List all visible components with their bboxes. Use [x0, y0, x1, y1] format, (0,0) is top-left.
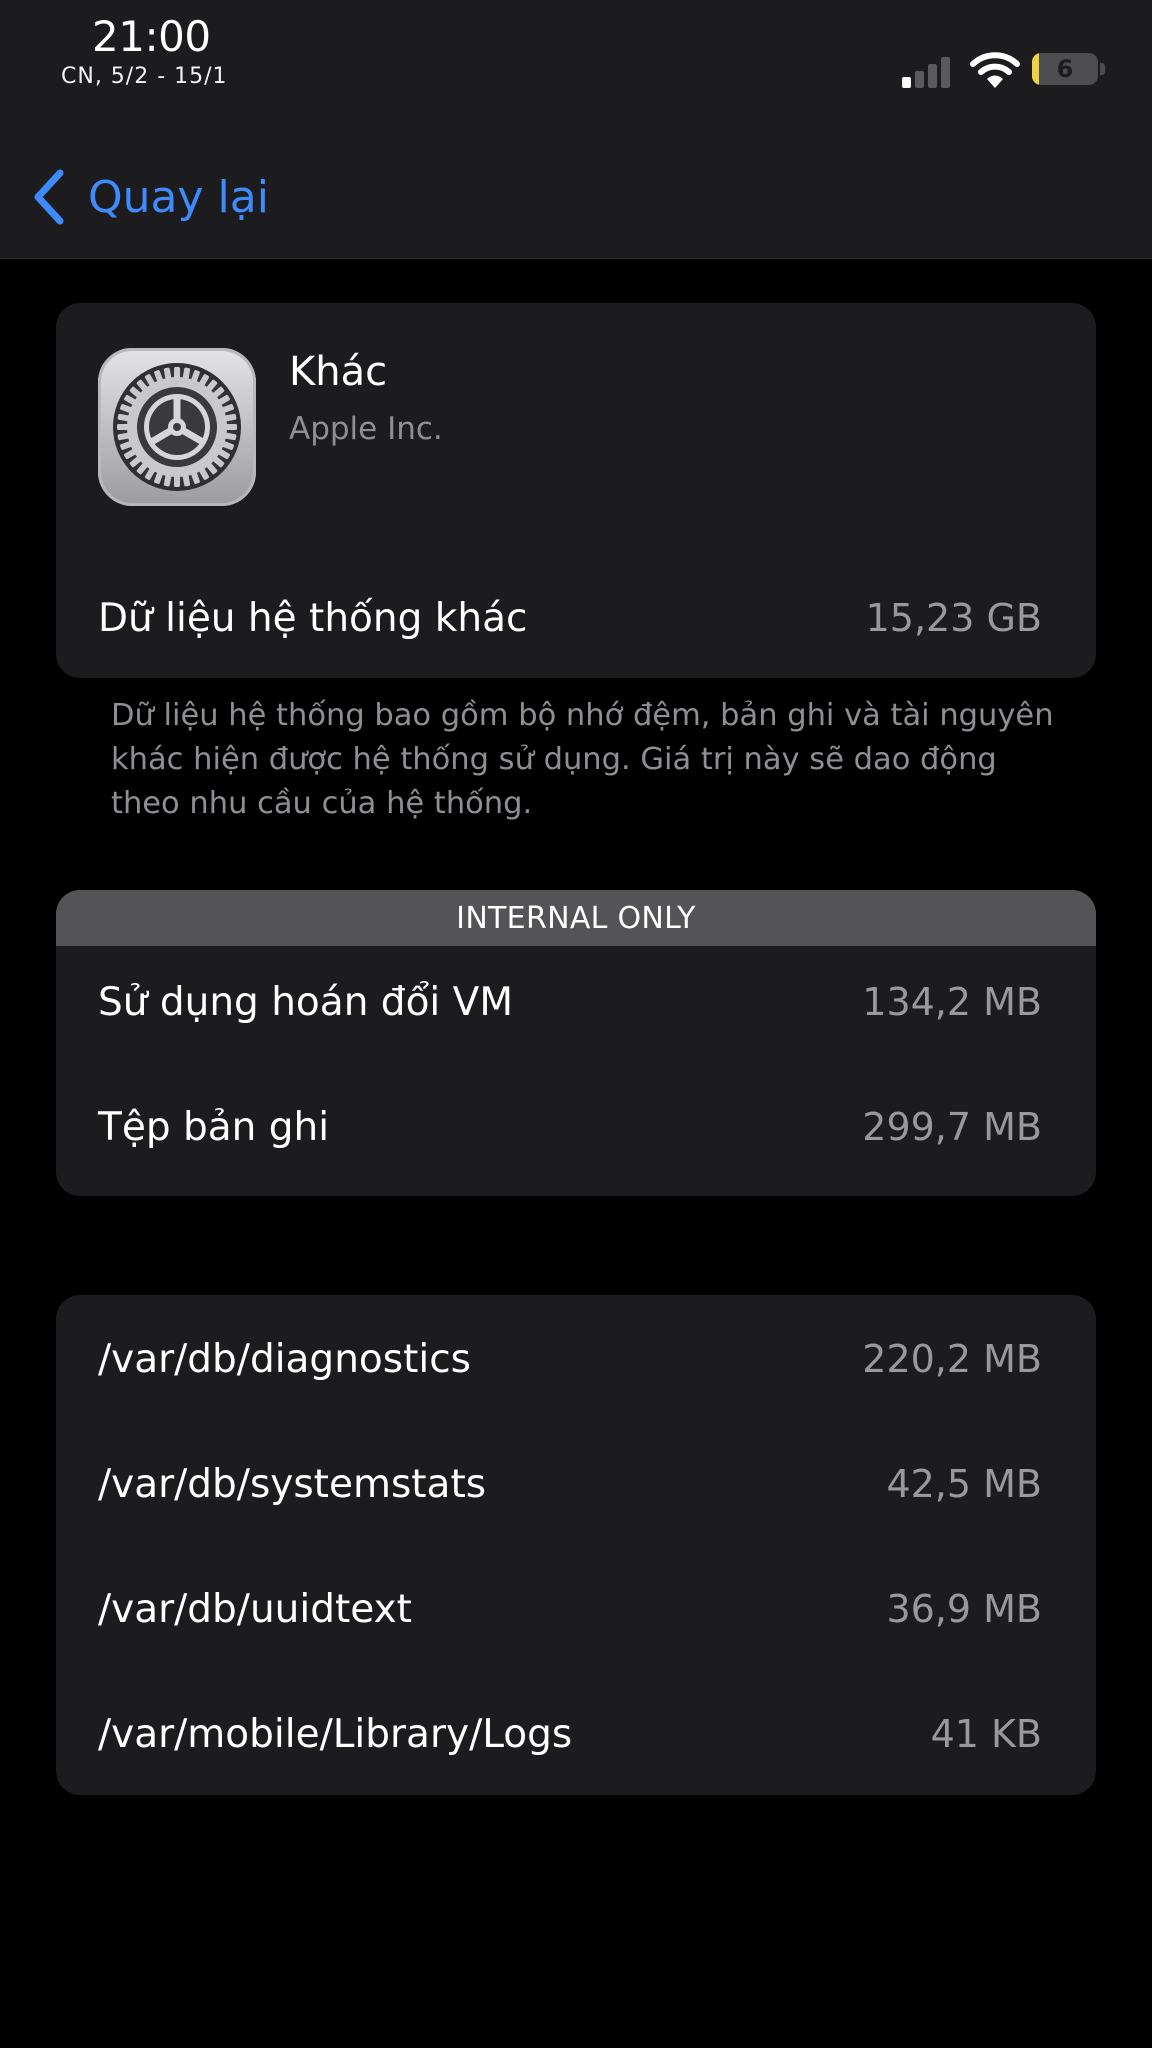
battery-level: 6: [1056, 55, 1074, 83]
app-name: Khác: [289, 349, 388, 395]
back-button-label: Quay lại: [88, 171, 269, 223]
app-summary-card: Khác Apple Inc. Dữ liệu hệ thống khác 15…: [56, 303, 1096, 678]
vm-swap-row: Sử dụng hoán đổi VM 134,2 MB: [98, 972, 1042, 1032]
status-time: 21:00: [92, 12, 211, 61]
log-files-label: Tệp bản ghi: [98, 1104, 330, 1150]
wifi-icon: [970, 50, 1020, 90]
back-button[interactable]: Quay lại: [30, 162, 269, 232]
system-data-value: 15,23 GB: [865, 596, 1042, 640]
status-date: CN, 5/2 - 15/1: [61, 64, 228, 89]
path-row-logs: /var/mobile/Library/Logs 41 KB: [98, 1704, 1042, 1764]
internal-only-header: INTERNAL ONLY: [56, 890, 1096, 946]
top-bar: 21:00 CN, 5/2 - 15/1 6 Quay lại: [0, 0, 1152, 259]
path-row-uuidtext: /var/db/uuidtext 36,9 MB: [98, 1579, 1042, 1639]
log-files-row: Tệp bản ghi 299,7 MB: [98, 1097, 1042, 1157]
path-label: /var/mobile/Library/Logs: [98, 1711, 573, 1757]
path-label: /var/db/systemstats: [98, 1461, 487, 1507]
path-label: /var/db/diagnostics: [98, 1336, 471, 1382]
path-row-systemstats: /var/db/systemstats 42,5 MB: [98, 1454, 1042, 1514]
internal-only-card: INTERNAL ONLY Sử dụng hoán đổi VM 134,2 …: [56, 890, 1096, 1196]
battery-cap: [1100, 63, 1105, 75]
log-files-value: 299,7 MB: [862, 1105, 1042, 1149]
system-data-label: Dữ liệu hệ thống khác: [98, 595, 528, 641]
system-data-description: Dữ liệu hệ thống bao gồm bộ nhớ đệm, bản…: [111, 698, 1054, 821]
path-row-diagnostics: /var/db/diagnostics 220,2 MB: [98, 1329, 1042, 1389]
cellular-signal-icon: [900, 54, 956, 88]
app-developer: Apple Inc.: [289, 411, 443, 447]
path-size: 220,2 MB: [862, 1337, 1042, 1381]
system-data-row: Dữ liệu hệ thống khác 15,23 GB: [98, 588, 1042, 648]
battery-icon: 6: [1032, 53, 1098, 85]
vm-swap-value: 134,2 MB: [862, 980, 1042, 1024]
chevron-left-icon: [34, 169, 64, 225]
paths-card: /var/db/diagnostics 220,2 MB /var/db/sys…: [56, 1295, 1096, 1795]
vm-swap-label: Sử dụng hoán đổi VM: [98, 979, 513, 1025]
settings-gear-icon: [98, 348, 256, 506]
path-size: 41 KB: [930, 1712, 1042, 1756]
path-label: /var/db/uuidtext: [98, 1586, 412, 1632]
path-size: 42,5 MB: [886, 1462, 1042, 1506]
path-size: 36,9 MB: [886, 1587, 1042, 1631]
